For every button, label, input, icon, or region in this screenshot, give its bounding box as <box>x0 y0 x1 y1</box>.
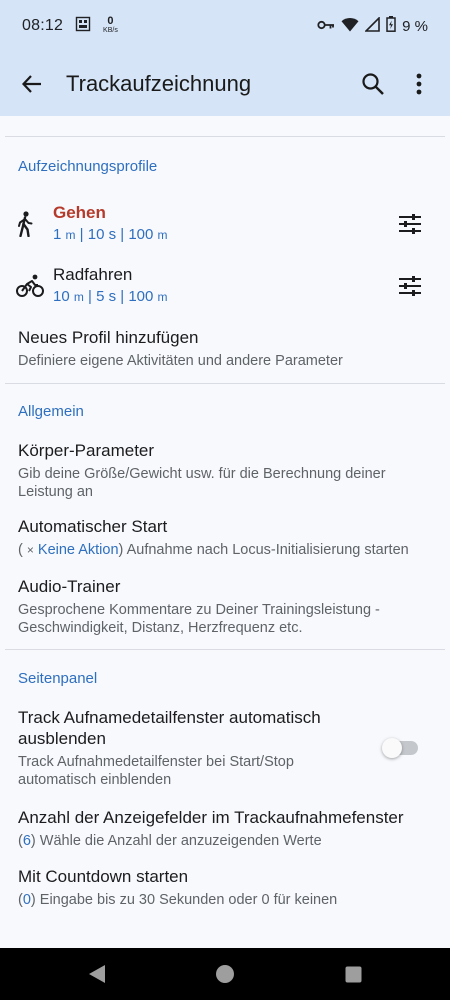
pref-subtitle: Gib deine Größe/Gewicht usw. für die Ber… <box>18 466 386 500</box>
wifi-icon <box>341 17 359 36</box>
audio-trainer-item[interactable]: Audio-Trainer Gesprochene Kommentare zu … <box>0 576 450 637</box>
settings-list[interactable]: Aufzeichnungsprofile Gehen 1 m | 10 s | … <box>0 116 450 948</box>
section-header-sidepanel: Seitenpanel <box>18 670 98 687</box>
display-fields-item[interactable]: Anzahl der Anzeigefelder im Trackaufnahm… <box>0 807 450 850</box>
pref-title: Mit Countdown starten <box>18 867 189 886</box>
nav-recents-button[interactable] <box>333 954 373 994</box>
network-speed: 0 KB/s <box>103 15 118 35</box>
walking-icon <box>18 211 33 237</box>
countdown-item[interactable]: Mit Countdown starten (0) Eingabe bis zu… <box>0 866 450 909</box>
status-bar: 08:12 0 KB/s 9 % <box>0 0 450 52</box>
search-icon <box>362 73 384 95</box>
pref-title: Körper-Parameter <box>18 441 155 460</box>
body-parameters-item[interactable]: Körper-Parameter Gib deine Größe/Gewicht… <box>0 440 450 501</box>
circle-home-icon <box>216 965 234 983</box>
add-profile-item[interactable]: Neues Profil hinzufügen Definiere eigene… <box>0 327 450 370</box>
status-time: 08:12 <box>22 17 64 34</box>
auto-start-item[interactable]: Automatischer Start ( × Keine Aktion) Au… <box>0 516 450 559</box>
close-icon: × <box>26 543 34 557</box>
usb-debug-icon <box>75 16 91 36</box>
profile-settings-button[interactable] <box>380 261 440 311</box>
profile-item-walking[interactable]: Gehen 1 m | 10 s | 100 m <box>0 193 450 255</box>
system-nav-bar <box>0 948 450 1000</box>
pref-title: Automatischer Start <box>18 517 168 536</box>
bicycle-icon <box>16 274 44 297</box>
profile-name: Radfahren <box>53 265 133 284</box>
pref-title: Audio-Trainer <box>18 577 121 596</box>
arrow-left-icon <box>21 75 41 93</box>
pref-title: Anzahl der Anzeigefelder im Trackaufnahm… <box>18 808 404 827</box>
pref-subtitle: Track Aufnahmedetailfenster bei Start/St… <box>18 754 294 788</box>
pref-subtitle: ( × Keine Aktion) Aufnahme nach Locus-In… <box>18 542 409 558</box>
autohide-toggle-switch[interactable] <box>366 728 436 768</box>
section-header-general: Allgemein <box>18 403 84 420</box>
page-title: Trackaufzeichnung <box>66 71 252 96</box>
battery-percent: 9 % <box>402 17 428 35</box>
profile-detail: 10 m | 5 s | 100 m <box>53 288 168 305</box>
pref-subtitle: Gesprochene Kommentare zu Deiner Trainin… <box>18 602 380 636</box>
profile-item-cycling[interactable]: Radfahren 10 m | 5 s | 100 m <box>0 255 450 317</box>
back-button[interactable] <box>2 52 62 116</box>
key-icon <box>317 18 335 35</box>
pref-title: Neues Profil hinzufügen <box>18 328 199 347</box>
pref-subtitle: (0) Eingabe bis zu 30 Sekunden oder 0 fü… <box>18 892 338 908</box>
more-options-button[interactable] <box>396 52 442 116</box>
app-bar: Trackaufzeichnung <box>0 52 450 116</box>
nav-back-button[interactable] <box>77 954 117 994</box>
pref-title: Track Aufnamedetailfenster automatisch a… <box>18 708 321 748</box>
profile-name: Gehen <box>53 203 106 222</box>
pref-subtitle: Definiere eigene Aktivitäten und andere … <box>18 353 343 369</box>
square-recents-icon <box>345 966 361 982</box>
more-vert-icon <box>416 73 422 95</box>
tune-icon <box>399 214 421 234</box>
pref-subtitle: (6) Wähle die Anzahl der anzuzeigenden W… <box>18 833 322 849</box>
tune-icon <box>399 276 421 296</box>
nav-home-button[interactable] <box>205 954 245 994</box>
profile-settings-button[interactable] <box>380 199 440 249</box>
signal-icon <box>364 15 380 36</box>
autohide-panel-item[interactable]: Track Aufnamedetailfenster automatisch a… <box>0 707 450 789</box>
battery-icon <box>386 16 396 36</box>
search-button[interactable] <box>350 52 396 116</box>
profile-detail: 1 m | 10 s | 100 m <box>53 226 168 243</box>
section-header-profiles: Aufzeichnungsprofile <box>18 158 158 175</box>
triangle-back-icon <box>89 965 105 983</box>
